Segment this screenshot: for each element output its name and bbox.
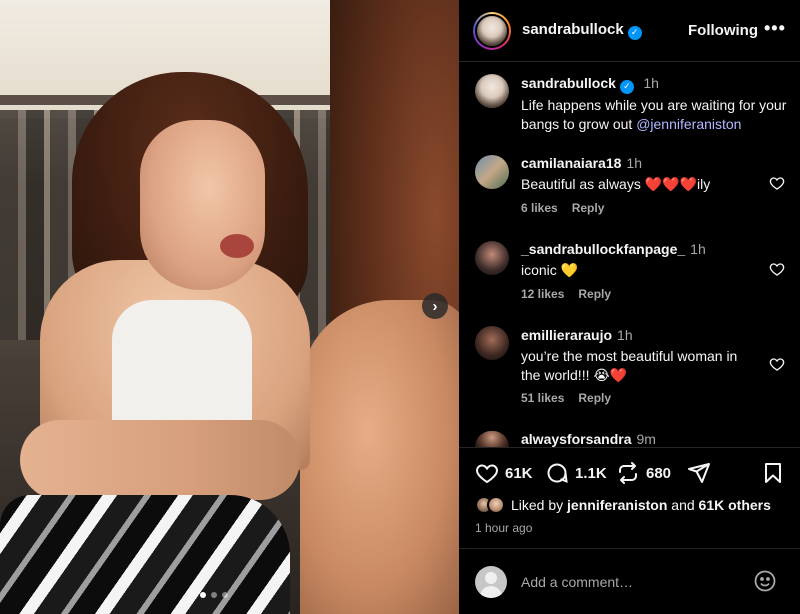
caption: sandrabullock ✓ 1h Life happens while you… — [521, 75, 791, 134]
liked-by-middle: and — [671, 497, 695, 513]
verified-badge-icon: ✓ — [619, 79, 634, 94]
comment-reply-button[interactable]: Reply — [578, 287, 611, 301]
comment-likes[interactable]: 6 likes — [521, 201, 558, 215]
comment: emillieraraujo 1h you’re the most beautif… — [521, 327, 761, 385]
comment-username[interactable]: camilanaiara18 — [521, 155, 621, 171]
comment-text: Beautiful as always ❤️❤️❤️ily — [521, 176, 711, 192]
caption-time: 1h — [643, 75, 659, 91]
comment-like-heart-icon[interactable] — [769, 175, 785, 191]
repost-count: 680 — [646, 464, 672, 482]
author-avatar[interactable] — [473, 11, 511, 50]
save-button[interactable] — [761, 461, 785, 485]
comment-text-line: you’re the most beautiful woman in — [521, 348, 738, 364]
comment-avatar[interactable] — [475, 155, 509, 189]
photo-arm — [20, 420, 300, 500]
comment-meta: 51 likes Reply — [521, 391, 625, 405]
bookmark-icon — [765, 463, 781, 483]
comment-likes[interactable]: 51 likes — [521, 391, 564, 405]
comment-username[interactable]: alwaysforsandra — [521, 431, 632, 447]
following-button[interactable]: Following — [688, 22, 758, 39]
like-button[interactable]: 61K — [475, 461, 533, 485]
carousel-dots — [200, 592, 228, 598]
comment-meta: 12 likes Reply — [521, 287, 625, 301]
comment-meta: 6 likes Reply — [521, 201, 618, 215]
comment-username[interactable]: _sandrabullockfanpage_ — [521, 241, 685, 257]
comment-count: 1.1K — [575, 464, 607, 482]
comment: alwaysforsandra 9m — [521, 431, 656, 447]
post-timestamp[interactable]: 1 hour ago — [475, 521, 532, 535]
verified-badge-icon: ✓ — [627, 25, 642, 40]
comment-likes[interactable]: 12 likes — [521, 287, 564, 301]
comment-time: 9m — [636, 431, 656, 447]
like-count: 61K — [505, 464, 533, 482]
caption-mention-link[interactable]: @jenniferaniston — [636, 116, 741, 132]
comment-text-line: the world!!! 😭❤️ — [521, 367, 628, 383]
photo-face — [140, 120, 265, 290]
current-user-avatar — [475, 566, 507, 598]
comment-text: iconic 💛 — [521, 262, 579, 278]
comment-time: 1h — [617, 327, 633, 343]
post-header: sandrabullock ✓ Following ••• — [459, 0, 800, 62]
liked-by-others[interactable]: 61K others — [699, 497, 771, 513]
comment-avatar[interactable] — [475, 326, 509, 360]
comment: _sandrabullockfanpage_ 1h iconic 💛 — [521, 241, 706, 280]
comment-bubble-icon — [547, 463, 568, 484]
photo-lips — [220, 234, 254, 258]
comment-time: 1h — [626, 155, 642, 171]
photo-mirror-shoulder — [300, 300, 459, 614]
comment-button[interactable]: 1.1K — [545, 461, 607, 485]
comment-box-divider — [459, 548, 800, 549]
repost-button[interactable]: 680 — [616, 461, 671, 485]
caption-avatar[interactable] — [475, 74, 509, 108]
share-button[interactable] — [687, 461, 711, 485]
comment-reply-button[interactable]: Reply — [578, 391, 611, 405]
comment-text: you’re the most beautiful woman in the wo… — [521, 347, 761, 385]
post-photo: › — [0, 0, 459, 614]
liked-by: Liked by jenniferaniston and 61K others — [475, 494, 771, 516]
comment-like-heart-icon[interactable] — [769, 356, 785, 372]
liked-by-user[interactable]: jenniferaniston — [567, 497, 667, 513]
carousel-dot[interactable] — [222, 592, 228, 598]
comment-reply-button[interactable]: Reply — [572, 201, 605, 215]
carousel-dot[interactable] — [200, 592, 206, 598]
send-icon — [688, 463, 710, 483]
comment-avatar[interactable] — [475, 431, 509, 447]
heart-icon — [476, 464, 498, 484]
comment-like-heart-icon[interactable] — [769, 261, 785, 277]
comment-username[interactable]: emillieraraujo — [521, 327, 612, 343]
more-options-icon[interactable]: ••• — [764, 18, 786, 39]
action-bar: 61K 1.1K 680 — [475, 461, 785, 489]
comment: camilanaiara18 1h Beautiful as always ❤️❤… — [521, 155, 710, 194]
actions-divider — [459, 447, 800, 448]
comment-avatar[interactable] — [475, 241, 509, 275]
post-side-panel: sandrabullock ✓ Following ••• sandrabullo… — [459, 0, 800, 614]
comment-time: 1h — [690, 241, 706, 257]
repost-icon — [619, 462, 637, 484]
carousel-dot[interactable] — [211, 592, 217, 598]
photo-bag — [0, 495, 290, 614]
caption-username[interactable]: sandrabullock — [521, 75, 616, 91]
emoji-picker-icon[interactable] — [753, 569, 777, 593]
add-comment-input[interactable] — [521, 571, 741, 593]
carousel-next-button[interactable]: › — [422, 293, 448, 319]
author-username[interactable]: sandrabullock ✓ — [522, 21, 642, 40]
liker-avatar[interactable] — [487, 496, 505, 514]
liked-by-prefix: Liked by — [511, 497, 564, 513]
